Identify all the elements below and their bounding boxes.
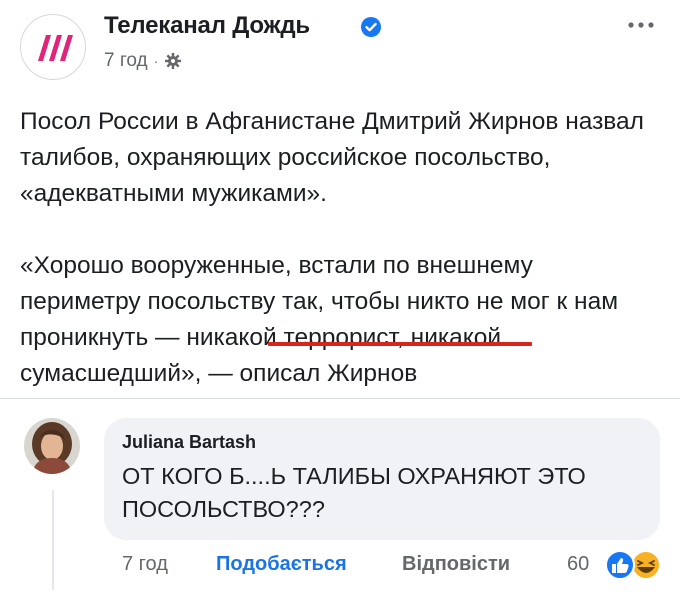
commenter-avatar[interactable] <box>24 418 80 474</box>
reply-button[interactable]: Відповісти <box>402 553 510 576</box>
comment-timestamp[interactable]: 7 год <box>122 553 168 576</box>
meta-separator: · <box>153 53 159 69</box>
tv-rain-logo-icon <box>38 35 73 61</box>
section-divider <box>0 398 680 399</box>
post-body: Посол России в Афганистане Дмитрий Жирно… <box>20 104 660 392</box>
thread-line <box>52 490 54 590</box>
comment-text: ОТ КОГО Б....Ь ТАЛИБЫ ОХРАНЯЮТ ЭТО ПОСОЛ… <box>122 463 586 522</box>
page-avatar[interactable] <box>20 14 86 80</box>
page-name[interactable]: Телеканал Дождь <box>104 12 310 40</box>
user-photo-icon <box>24 418 80 474</box>
haha-reaction-icon <box>631 550 661 580</box>
post-paragraph: Посол России в Афганистане Дмитрий Жирно… <box>20 108 644 207</box>
gear-icon <box>165 53 182 69</box>
reactions-icons[interactable] <box>600 549 664 581</box>
post-paragraph: «Хорошо вооруженные, встали по внешнему … <box>20 252 619 387</box>
post-timestamp[interactable]: 7 год <box>104 50 148 72</box>
post-meta: 7 год · <box>104 50 182 72</box>
verified-badge-icon <box>361 17 381 37</box>
like-reaction-icon <box>605 550 635 580</box>
reaction-count[interactable]: 60 <box>567 553 589 576</box>
like-button[interactable]: Подобається <box>216 553 347 576</box>
post-header: Телеканал Дождь 7 год · <box>20 8 660 80</box>
commenter-name[interactable]: Juliana Bartash <box>122 432 256 453</box>
more-horizontal-icon[interactable] <box>626 20 656 30</box>
comment-bubble: Juliana Bartash ОТ КОГО Б....Ь ТАЛИБЫ ОХ… <box>104 418 660 540</box>
red-underline-annotation <box>268 342 532 346</box>
